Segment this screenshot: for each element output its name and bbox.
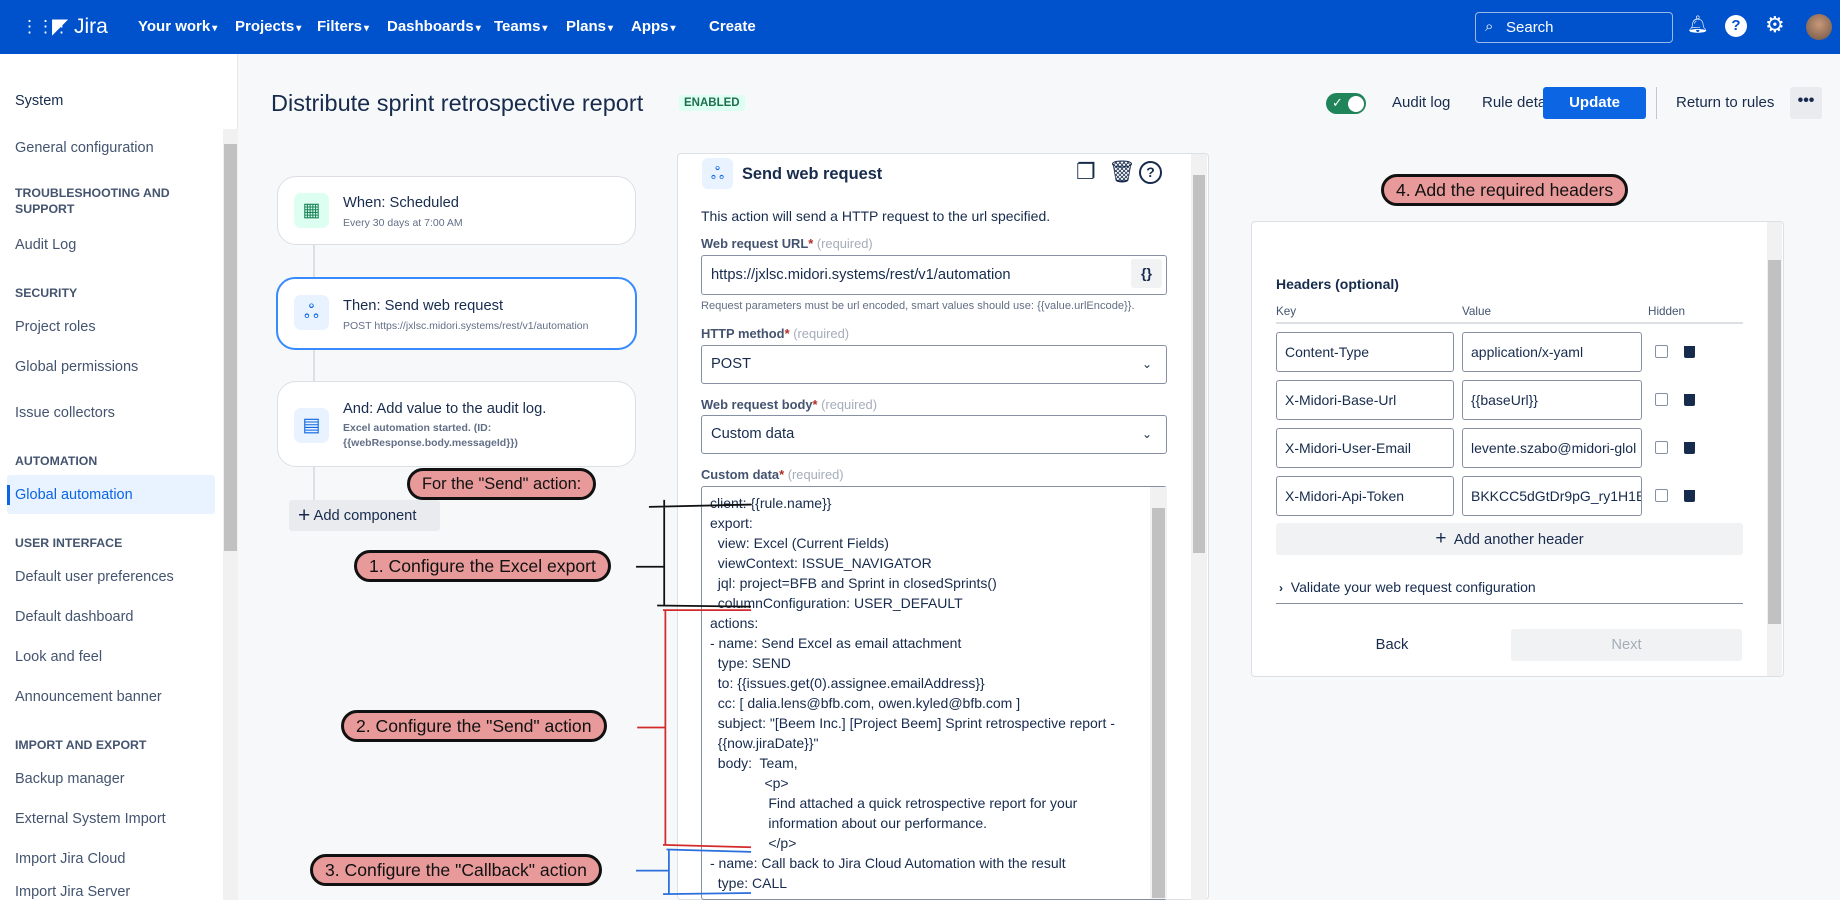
callout-step-2: 2. Configure the "Send" action	[341, 710, 607, 742]
callout-send-intro: For the "Send" action:	[407, 468, 597, 500]
annotation-brackets	[636, 499, 752, 896]
callout-step-1: 1. Configure the Excel export	[354, 550, 611, 582]
callout-step-4: 4. Add the required headers	[1381, 174, 1629, 206]
callout-step-3: 3. Configure the "Callback" action	[310, 854, 602, 886]
